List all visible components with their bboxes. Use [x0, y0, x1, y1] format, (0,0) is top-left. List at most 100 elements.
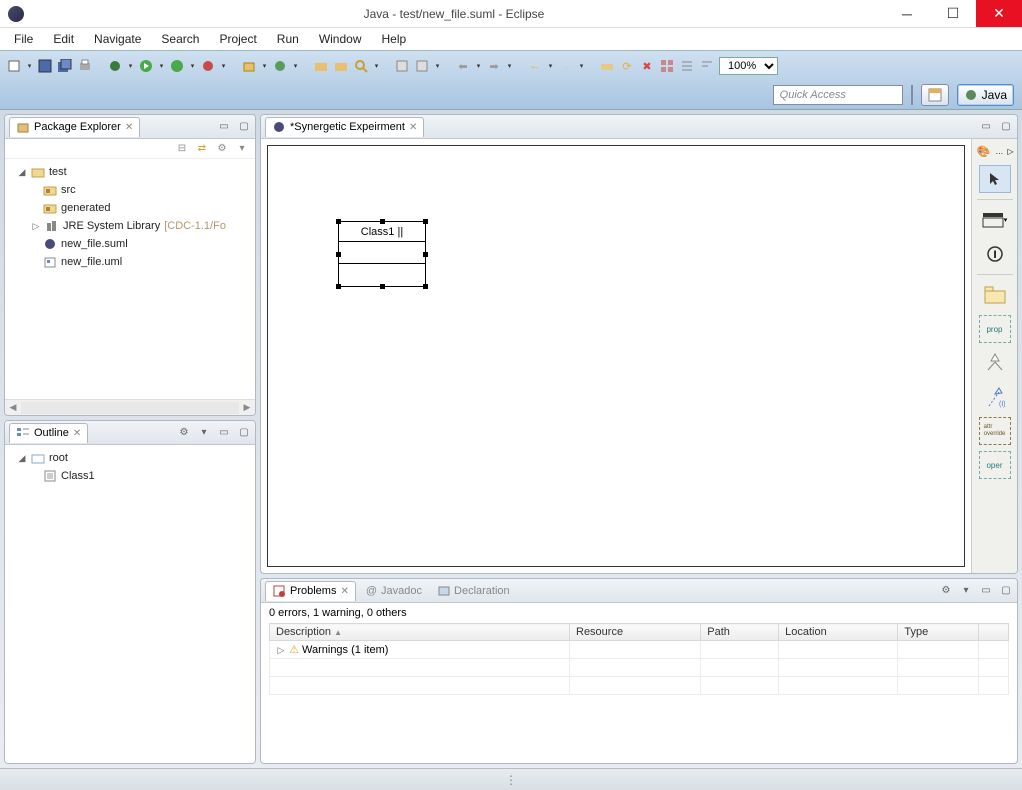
menu-run[interactable]: Run: [269, 30, 307, 48]
tree-src[interactable]: src: [9, 181, 251, 199]
problems-filter-icon[interactable]: ⚙: [939, 584, 953, 598]
package-explorer-tab[interactable]: Package Explorer ✕: [9, 117, 140, 137]
nav-prev-dropdown[interactable]: ▾: [475, 58, 482, 74]
nav-prev-icon[interactable]: ⬅: [455, 58, 471, 74]
run-dropdown[interactable]: ▾: [158, 58, 165, 74]
minimize-view-icon[interactable]: ▭: [979, 120, 993, 134]
open-type-icon[interactable]: [313, 58, 329, 74]
collapse-all-icon[interactable]: ⊟: [175, 142, 189, 156]
outline-class1[interactable]: Class1: [9, 467, 251, 485]
tree-generated[interactable]: generated: [9, 199, 251, 217]
open-task-icon[interactable]: [333, 58, 349, 74]
nav-next-dropdown[interactable]: ▾: [506, 58, 513, 74]
tree-file-suml[interactable]: new_file.suml: [9, 235, 251, 253]
maximize-view-icon[interactable]: ▢: [237, 426, 251, 440]
palette-package-tool[interactable]: [979, 281, 1011, 309]
forward-icon[interactable]: →: [558, 58, 574, 74]
tab-close-icon[interactable]: ✕: [409, 122, 417, 133]
refresh-icon[interactable]: ⟳: [619, 58, 635, 74]
sash-handle-icon[interactable]: ⋮: [505, 773, 517, 787]
align2-icon[interactable]: [699, 58, 715, 74]
palette-compartment-tool[interactable]: ▾: [979, 206, 1011, 234]
col-path[interactable]: Path: [701, 624, 779, 641]
new-package-icon[interactable]: [241, 58, 257, 74]
maximize-view-icon[interactable]: ▢: [237, 120, 251, 134]
palette-expand-icon[interactable]: ▷: [1007, 147, 1013, 156]
grid-icon[interactable]: [659, 58, 675, 74]
outline-menu-icon[interactable]: ▾: [197, 426, 211, 440]
menu-search[interactable]: Search: [153, 30, 207, 48]
javadoc-tab[interactable]: @Javadoc: [360, 585, 428, 597]
package-hscrollbar[interactable]: ◀▶: [5, 399, 255, 415]
palette-oper-tool[interactable]: oper: [979, 451, 1011, 479]
maximize-button[interactable]: ☐: [930, 0, 976, 27]
external-tools-icon[interactable]: [200, 58, 216, 74]
outline-tab[interactable]: Outline ✕: [9, 423, 88, 443]
class-ops-compartment[interactable]: [339, 264, 425, 286]
java-perspective-button[interactable]: Java: [957, 84, 1014, 106]
run-last-dropdown[interactable]: ▾: [189, 58, 196, 74]
debug-icon[interactable]: [107, 58, 123, 74]
toggle-icon-2[interactable]: [414, 58, 430, 74]
menu-project[interactable]: Project: [211, 30, 264, 48]
minimize-button[interactable]: ─: [884, 0, 930, 27]
tab-close-icon[interactable]: ✕: [125, 122, 133, 133]
external-tools-dropdown[interactable]: ▾: [220, 58, 227, 74]
col-description[interactable]: Description ▲: [270, 624, 570, 641]
col-type[interactable]: Type: [898, 624, 979, 641]
debug-dropdown[interactable]: ▾: [127, 58, 134, 74]
new-class-dropdown[interactable]: ▾: [292, 58, 299, 74]
link-editor-icon[interactable]: ⇄: [195, 142, 209, 156]
toggle-dropdown[interactable]: ▾: [434, 58, 441, 74]
new-package-dropdown[interactable]: ▾: [261, 58, 268, 74]
maximize-view-icon[interactable]: ▢: [999, 584, 1013, 598]
menu-window[interactable]: Window: [311, 30, 370, 48]
save-icon[interactable]: [37, 58, 53, 74]
outline-filter-icon[interactable]: ⚙: [177, 426, 191, 440]
minimize-view-icon[interactable]: ▭: [217, 120, 231, 134]
new-icon[interactable]: [6, 58, 22, 74]
menu-file[interactable]: File: [6, 30, 41, 48]
quick-access-input[interactable]: Quick Access: [773, 85, 903, 105]
minimize-view-icon[interactable]: ▭: [979, 584, 993, 598]
menu-navigate[interactable]: Navigate: [86, 30, 149, 48]
palette-generalization-tool[interactable]: [979, 349, 1011, 377]
class-attrs-compartment[interactable]: [339, 242, 425, 264]
new-class-icon[interactable]: [272, 58, 288, 74]
nav-next-icon[interactable]: ➡: [486, 58, 502, 74]
zoom-selector[interactable]: 100%: [719, 57, 778, 75]
maximize-view-icon[interactable]: ▢: [999, 120, 1013, 134]
search-icon[interactable]: [353, 58, 369, 74]
forward-dropdown[interactable]: ▾: [578, 58, 585, 74]
tab-close-icon[interactable]: ✕: [340, 586, 348, 597]
new-dropdown[interactable]: ▾: [26, 58, 33, 74]
col-location[interactable]: Location: [779, 624, 898, 641]
minimize-view-icon[interactable]: ▭: [217, 426, 231, 440]
view-menu-icon[interactable]: ▾: [235, 142, 249, 156]
palette-menu-icon[interactable]: …: [995, 147, 1003, 156]
declaration-tab[interactable]: Declaration: [432, 585, 516, 597]
back-dropdown[interactable]: ▾: [547, 58, 554, 74]
save-all-icon[interactable]: [57, 58, 73, 74]
back-icon[interactable]: ←: [527, 58, 543, 74]
search-dropdown[interactable]: ▾: [373, 58, 380, 74]
outline-root[interactable]: ◢root: [9, 449, 251, 467]
filter-icon[interactable]: ⚙: [215, 142, 229, 156]
palette-realization-tool[interactable]: (I): [979, 383, 1011, 411]
palette-prop-tool[interactable]: prop: [979, 315, 1011, 343]
open-perspective-button[interactable]: [921, 84, 949, 106]
table-row[interactable]: ▷ ⚠ Warnings (1 item): [270, 641, 1009, 659]
menu-help[interactable]: Help: [374, 30, 415, 48]
close-button[interactable]: ✕: [976, 0, 1022, 27]
tab-close-icon[interactable]: ✕: [73, 428, 81, 439]
align-icon[interactable]: [679, 58, 695, 74]
col-resource[interactable]: Resource: [570, 624, 701, 641]
problems-tab[interactable]: Problems ✕: [265, 581, 356, 601]
palette-colors-icon[interactable]: 🎨: [975, 143, 991, 159]
tree-project[interactable]: ◢test: [9, 163, 251, 181]
palette-attr-override-tool[interactable]: attr override: [979, 417, 1011, 445]
arrange-icon[interactable]: [599, 58, 615, 74]
tree-jre[interactable]: ▷JRE System Library [CDC-1.1/Fo: [9, 217, 251, 235]
menu-edit[interactable]: Edit: [45, 30, 82, 48]
delete-icon[interactable]: ✖: [639, 58, 655, 74]
